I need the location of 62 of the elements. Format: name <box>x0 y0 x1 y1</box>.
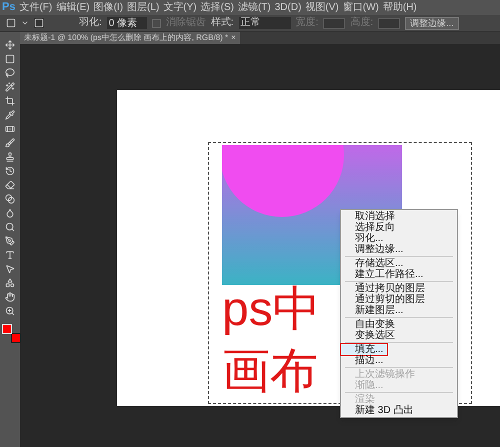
menu-entry[interactable]: 自由变换 <box>341 319 457 330</box>
menu-item[interactable]: 窗口(W) <box>342 2 379 12</box>
type-icon[interactable] <box>5 250 15 260</box>
marquee-icon[interactable] <box>5 54 15 64</box>
droplet-icon[interactable] <box>5 208 15 218</box>
bandage-icon[interactable] <box>5 124 15 134</box>
move-icon[interactable] <box>5 40 15 50</box>
menu-item[interactable]: 文件(F) <box>19 2 52 12</box>
crop-icon[interactable] <box>5 96 15 106</box>
app-logo: Ps <box>2 2 16 13</box>
style-select[interactable]: 正常 <box>238 17 291 29</box>
foreground-color-swatch[interactable] <box>2 324 12 334</box>
feather-label: 羽化: <box>79 18 102 28</box>
menu-entry[interactable]: 新建图层... <box>341 305 457 316</box>
eraser-icon[interactable] <box>5 180 15 190</box>
menu-item[interactable]: 视图(V) <box>305 2 339 12</box>
refine-edge-button[interactable]: 调整边缘... <box>405 16 459 30</box>
canvas-text: ps中 <box>222 284 321 336</box>
feather-field[interactable]: 0 像素 <box>106 17 147 29</box>
eyedropper-icon[interactable] <box>5 110 15 120</box>
menu-entry[interactable]: 取消选择 <box>341 211 457 222</box>
pen-icon[interactable] <box>5 236 15 246</box>
wand-icon[interactable] <box>5 82 15 92</box>
menu-item[interactable]: 帮助(H) <box>382 2 417 12</box>
menu-item[interactable]: 滤镜(T) <box>238 2 271 12</box>
caret-icon[interactable] <box>21 19 29 27</box>
shapes-icon[interactable] <box>5 278 15 288</box>
menu-entry[interactable]: 通过拷贝的图层 <box>341 283 457 294</box>
menu-entry[interactable]: 羽化... <box>341 233 457 244</box>
lasso-icon[interactable] <box>5 68 15 78</box>
menu-entry[interactable]: 新建 3D 凸出 <box>341 405 457 416</box>
canvas-text: 画布 <box>222 346 319 398</box>
menu-entry[interactable]: 选择反向 <box>341 222 457 233</box>
menu-entry[interactable]: 变换选区 <box>341 330 457 341</box>
menu-entry[interactable]: 通过剪切的图层 <box>341 294 457 305</box>
menu-item[interactable]: 编辑(E) <box>56 2 90 12</box>
magnifier-icon[interactable] <box>5 222 15 232</box>
history-icon[interactable] <box>5 166 15 176</box>
menu-item[interactable]: 选择(S) <box>200 2 234 12</box>
background-color-swatch[interactable] <box>11 333 21 343</box>
menu-item[interactable]: 3D(D) <box>274 2 302 12</box>
close-button[interactable]: × <box>231 34 236 42</box>
menu-entry[interactable]: 存储选区... <box>341 258 457 269</box>
new-selection-icon[interactable] <box>34 18 44 28</box>
pointer-icon[interactable] <box>5 264 15 274</box>
menu-item[interactable]: 文字(Y) <box>163 2 197 12</box>
zoom-icon[interactable] <box>5 306 15 316</box>
tab-title: 未标题-1 @ 100% (ps中怎么删除 画布上的内容, RGB/8) * <box>24 34 228 42</box>
menu-item[interactable]: 图像(I) <box>94 2 124 12</box>
menu-entry[interactable]: 填充... <box>341 344 388 355</box>
height-field[interactable] <box>378 18 400 28</box>
document-tab[interactable]: 未标题-1 @ 100% (ps中怎么删除 画布上的内容, RGB/8) * × <box>20 32 240 44</box>
hand-icon[interactable] <box>5 292 15 302</box>
menu-entry[interactable]: 建立工作路径... <box>341 269 457 280</box>
stamp-icon[interactable] <box>5 152 15 162</box>
brush-icon[interactable] <box>5 138 15 148</box>
menu-item[interactable]: 图层(L) <box>127 2 160 12</box>
width-field[interactable] <box>323 18 346 28</box>
menu-entry[interactable]: 描边... <box>341 355 457 366</box>
marquee-icon[interactable] <box>6 18 16 28</box>
menu-entry[interactable]: 调整边缘... <box>341 244 457 255</box>
style-label: 样式: <box>210 18 234 28</box>
